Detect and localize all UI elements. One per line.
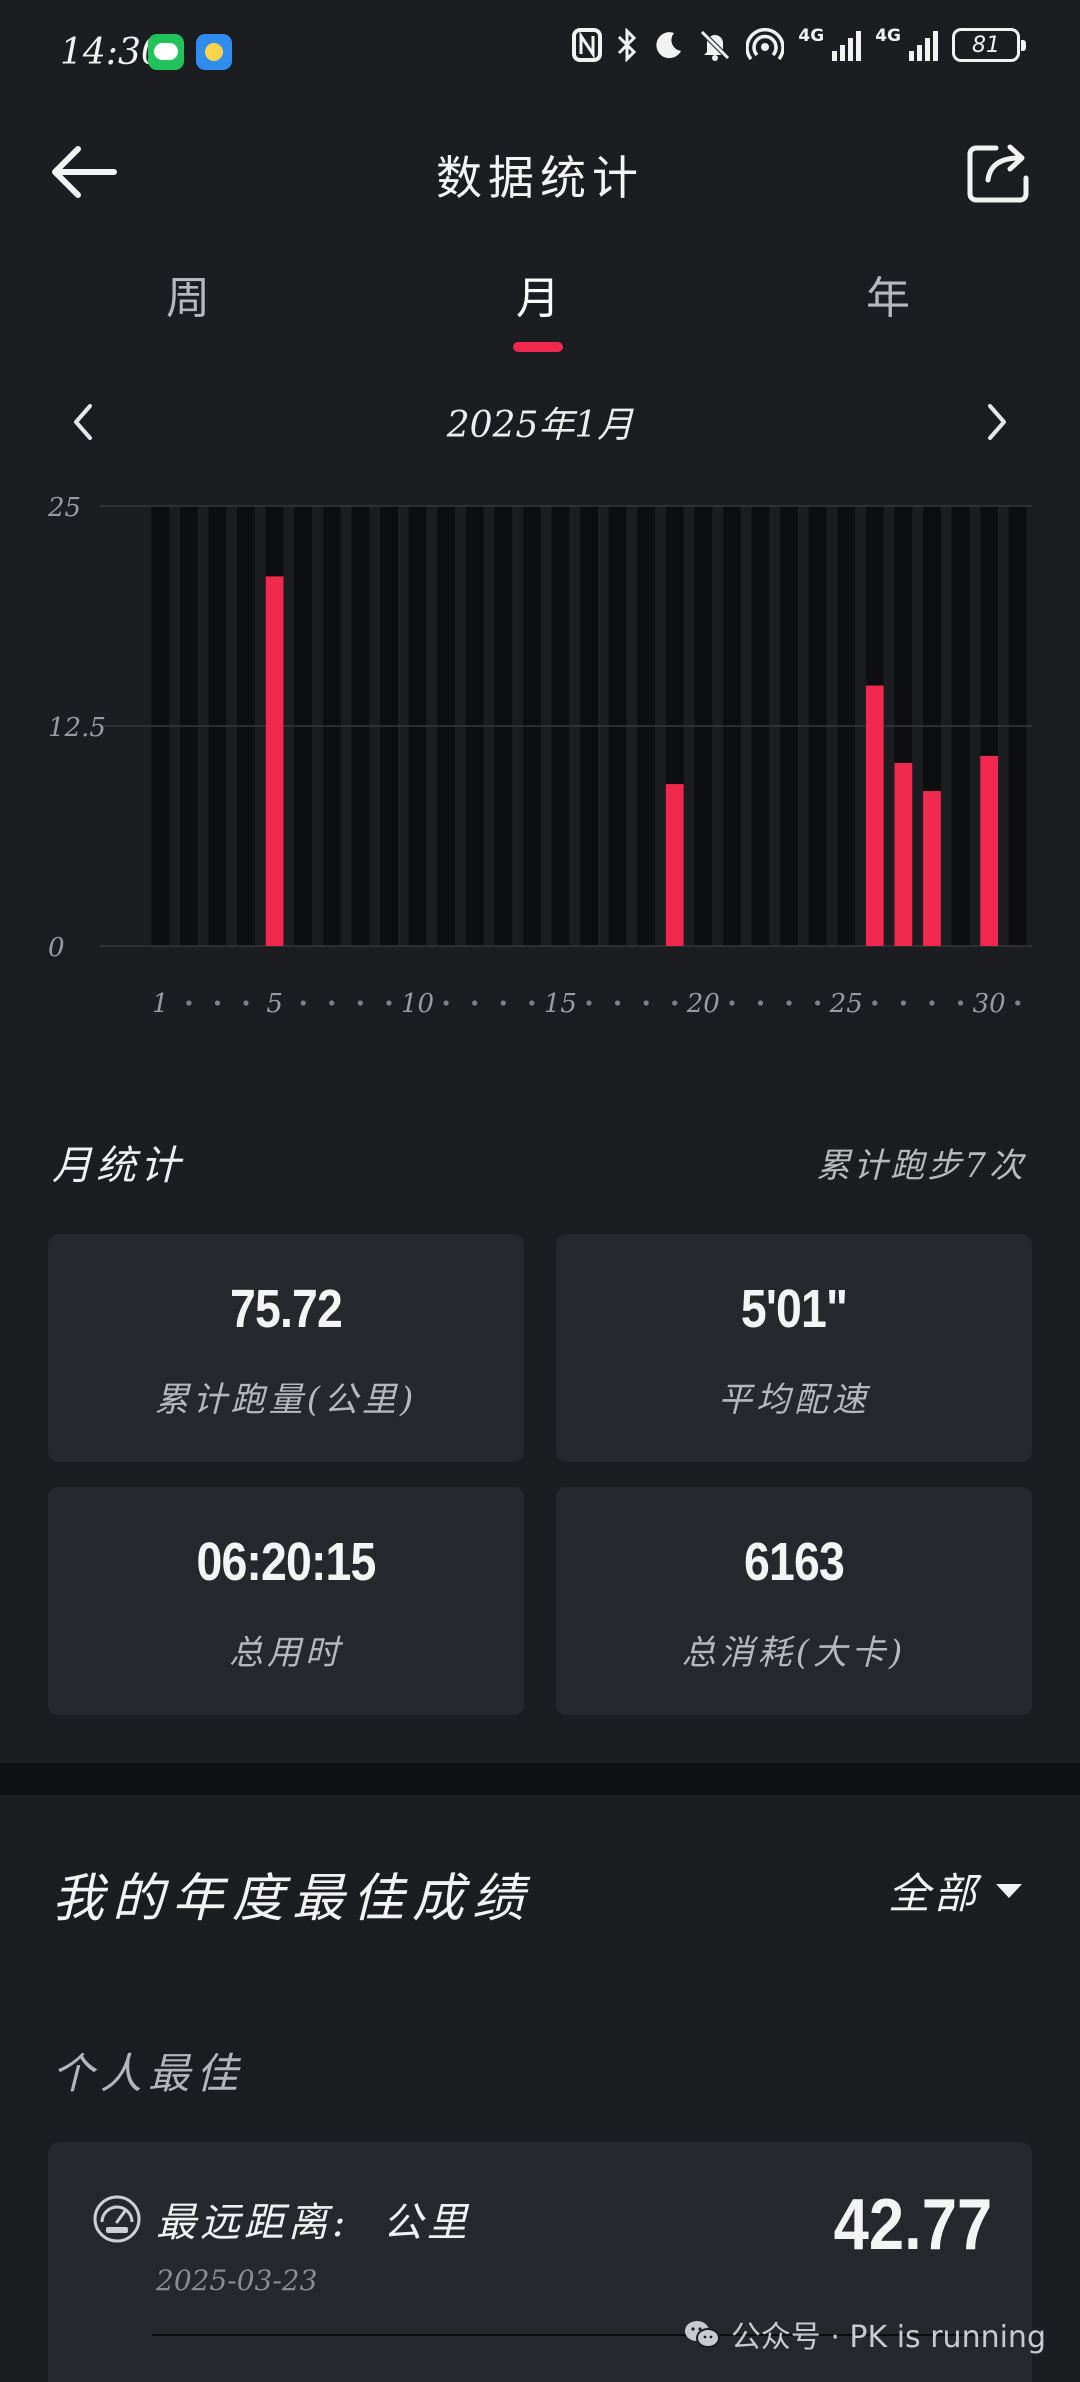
watermark: 公众号 · PK is running [683,2312,1046,2356]
x-tick-label: 25 [829,989,863,1019]
x-tick-dot [500,1000,506,1006]
stat-card-pace: 5'01" 平均配速 [556,1234,1032,1462]
x-tick-label: 15 [544,989,577,1019]
record-value: 42.77 [833,2185,992,2265]
stat-value: 75.72 [230,1279,343,1339]
y-tick-label: 0 [48,933,65,963]
x-tick-dot [957,1000,964,1006]
section-divider [0,1763,1080,1795]
x-tick-label: 20 [686,989,720,1019]
x-tick-dot [900,1000,906,1006]
signal-icon [832,29,862,61]
bar-day-27 [894,762,913,946]
bluetooth-icon [618,28,637,62]
x-tick-dot [243,1000,249,1006]
x-tick-label: 1 [152,989,169,1019]
bar-day-28 [923,791,941,946]
x-tick-dot [757,1000,764,1006]
active-tab-indicator [513,342,563,352]
x-tick-dot [214,1000,221,1006]
battery-icon: 81 [952,28,1026,62]
run-count: 累计跑步7次 [816,1146,1026,1186]
mute-icon [700,30,731,61]
x-tick-dot [729,1000,735,1006]
tab-month[interactable]: 月 [478,262,598,326]
x-tick-dot [186,1000,192,1006]
tab-year[interactable]: 年 [828,262,948,326]
tab-week[interactable]: 周 [128,262,248,326]
nfc-icon [572,28,603,62]
filter-dropdown[interactable]: 全部 [888,1860,1022,1921]
x-tick-dot [586,1000,592,1006]
stat-value: 06:20:15 [196,1532,376,1592]
record-label: 最远距离: 公里 [156,2200,471,2246]
network-type-2: 4G [875,26,901,46]
x-tick-dot [672,1000,678,1006]
x-tick-label: 10 [401,989,434,1019]
watermark-text: 公众号 · PK is running [730,2320,1046,2355]
y-tick-label: 12.5 [48,713,106,743]
stat-label: 总消耗(大卡) [681,1633,907,1673]
x-tick-dot [1015,1000,1021,1006]
app-header: 数据统计 [0,130,1080,220]
stat-value: 5'01" [740,1279,848,1339]
month-stats-title: 月统计 [52,1143,184,1189]
x-tick-dot [614,1000,621,1006]
x-tick-dot [815,1000,821,1006]
bar-day-26 [865,685,884,946]
stat-card-calories: 6163 总消耗(大卡) [556,1487,1032,1715]
x-tick-dot [472,1000,478,1006]
status-bar: 14:30 4G 4G 81 [0,0,1080,110]
x-tick-dot [357,1000,363,1006]
x-tick-dot [443,1000,449,1006]
stat-label: 平均配速 [718,1380,870,1420]
stat-card-distance: 75.72 累计跑量(公里) [48,1234,524,1462]
stat-value: 6163 [744,1532,845,1592]
dashboard-icon [93,2195,141,2243]
month-navigator: 2025年1月 [0,392,1080,452]
stat-card-duration: 06:20:15 总用时 [48,1487,524,1715]
page-title: 数据统计 [436,151,644,205]
hotspot-icon [746,28,785,61]
year-best-title: 我的年度最佳成绩 [52,1869,533,1929]
monthly-distance-chart: 2512.501 5 10 15 20 25 30 [47,493,1032,1019]
caret-down-icon [996,1883,1022,1898]
month-label: 2025年1月 [446,405,634,446]
stat-label: 累计跑量(公里) [154,1380,418,1420]
wechat-icon [148,34,184,70]
network-type-1: 4G [798,26,825,46]
bar-day-5 [265,576,284,946]
record-date: 2025-03-23 [156,2264,318,2297]
chevron-right-icon[interactable] [976,400,1016,444]
filter-label: 全部 [887,1869,980,1918]
personal-best-title: 个人最佳 [52,2049,245,2098]
period-tabs: 周 月 年 [0,262,1080,362]
x-tick-label: 30 [973,989,1006,1019]
y-tick-label: 25 [47,493,81,523]
x-tick-dot [300,1000,306,1006]
signal-icon [909,29,938,61]
x-tick-dot [929,1000,935,1006]
wechat-logo-icon [684,2321,720,2348]
stat-label: 总用时 [229,1633,343,1673]
bar-day-30 [980,755,998,946]
x-tick-dot [786,1000,792,1006]
x-tick-label: 5 [266,989,283,1019]
weather-icon [196,34,232,70]
x-tick-dot [872,1000,878,1006]
x-tick-dot [386,1000,392,1006]
moon-icon [656,32,682,59]
status-indicators: 4G 4G 81 [572,26,1026,62]
bar-day-19 [665,784,684,946]
share-icon[interactable] [966,142,1032,204]
x-tick-dot [643,1000,649,1006]
x-tick-dot [329,1000,335,1006]
x-tick-dot [529,1000,535,1006]
